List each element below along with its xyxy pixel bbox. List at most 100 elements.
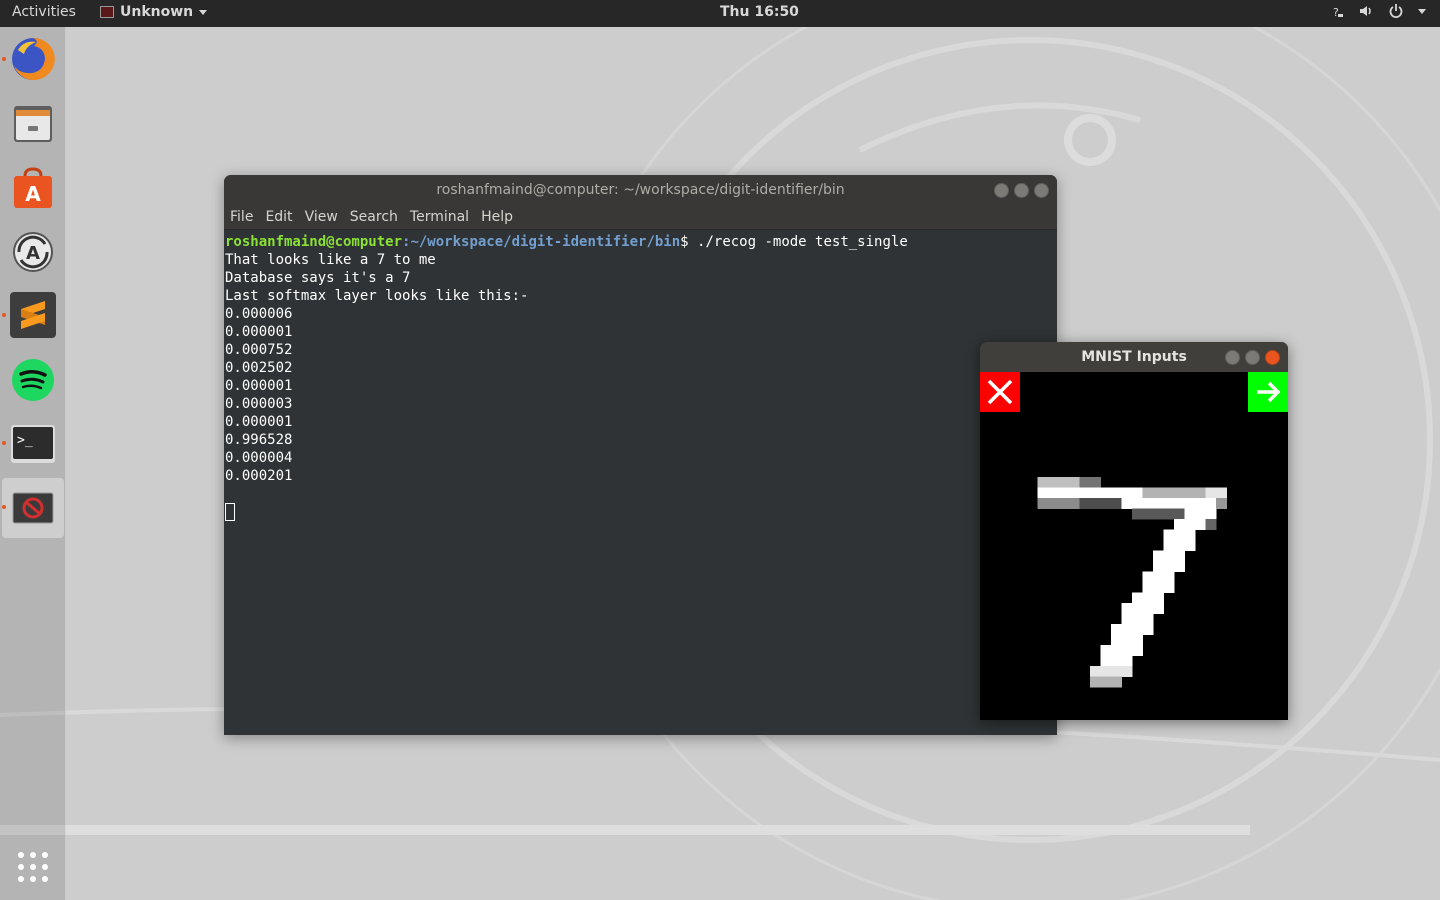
digit-pixel	[1037, 487, 1049, 499]
digit-pixel	[1153, 498, 1164, 509]
dock-item-ubuntu-software[interactable]: A	[6, 161, 60, 215]
digit-pixel	[1184, 529, 1196, 541]
app-menu-label: Unknown	[120, 4, 194, 20]
dock-item-spotify[interactable]	[6, 353, 60, 407]
maximize-icon[interactable]	[1014, 183, 1029, 198]
digit-pixel	[1142, 603, 1154, 614]
close-icon[interactable]	[1034, 183, 1049, 198]
digit-pixel	[1111, 655, 1122, 667]
running-indicator	[2, 505, 6, 509]
menu-help[interactable]: Help	[481, 205, 513, 229]
digit-pixel	[1048, 498, 1059, 509]
output-line: 0.000001	[225, 324, 293, 340]
digit-pixel	[1163, 529, 1175, 541]
mnist-window[interactable]: MNIST Inputs	[980, 342, 1288, 720]
digit-pixel	[1184, 540, 1196, 551]
digit-pixel	[1132, 592, 1143, 604]
show-applications-button[interactable]	[6, 840, 60, 894]
digit-pixel	[1184, 487, 1196, 499]
digit-pixel	[1163, 561, 1175, 572]
digit-pixel	[1079, 498, 1091, 509]
terminal-output[interactable]: roshanfmaind@computer:~/workspace/digit-…	[224, 230, 1057, 524]
reject-button[interactable]	[980, 372, 1020, 412]
dock-item-terminal[interactable]: >_	[6, 417, 60, 471]
digit-pixel	[1079, 477, 1091, 488]
activities-button[interactable]: Activities	[12, 4, 76, 20]
digit-pixel	[1163, 582, 1175, 593]
digit-pixel	[1153, 592, 1164, 604]
running-indicator	[2, 441, 6, 445]
mnist-canvas[interactable]	[980, 372, 1288, 720]
output-line: 0.000001	[225, 414, 293, 430]
digit-pixel	[1111, 645, 1122, 656]
arrow-right-icon	[1257, 381, 1281, 403]
dock-item-software-updater[interactable]: A	[6, 225, 60, 279]
svg-text:>_: >_	[17, 433, 33, 448]
digit-pixel	[1163, 571, 1175, 583]
mnist-titlebar[interactable]: MNIST Inputs	[980, 342, 1288, 372]
menu-search[interactable]: Search	[350, 205, 398, 229]
digit-pixel	[1132, 603, 1143, 614]
output-line: 0.000201	[225, 468, 293, 484]
next-button[interactable]	[1248, 372, 1288, 412]
app-menu[interactable]: Unknown	[100, 4, 208, 20]
digit-pixel	[1205, 487, 1217, 499]
dock-item-sublime-text[interactable]	[6, 288, 60, 342]
digit-pixel	[1153, 603, 1164, 614]
digit-pixel	[1205, 519, 1217, 530]
digit-pixel	[1195, 508, 1206, 520]
output-line: Database says it's a 7	[225, 270, 411, 286]
digit-pixel	[1090, 477, 1101, 488]
close-icon[interactable]	[1265, 350, 1280, 365]
menu-terminal[interactable]: Terminal	[410, 205, 469, 229]
terminal-title: roshanfmaind@computer: ~/workspace/digit…	[436, 182, 845, 198]
digit-pixel	[1100, 645, 1112, 656]
digit-pixel	[1069, 477, 1080, 488]
minimize-icon[interactable]	[1225, 350, 1240, 365]
power-icon	[1389, 4, 1403, 18]
digit-pixel	[1142, 498, 1154, 509]
digit-pixel	[1216, 498, 1227, 509]
digit-pixel	[1153, 582, 1164, 593]
minimize-icon[interactable]	[994, 183, 1009, 198]
menu-file[interactable]: File	[230, 205, 253, 229]
digit-pixel	[1153, 550, 1164, 562]
top-bar: Activities Unknown Thu 16:50 ?	[0, 0, 1440, 27]
terminal-icon: >_	[11, 425, 55, 463]
digit-pixel	[1184, 498, 1196, 509]
digit-pixel	[1153, 561, 1164, 572]
digit-pixel	[1216, 487, 1227, 499]
output-line: 0.996528	[225, 432, 293, 448]
terminal-window[interactable]: roshanfmaind@computer: ~/workspace/digit…	[224, 175, 1057, 735]
digit-image	[1037, 477, 1227, 688]
digit-pixel	[1132, 498, 1143, 509]
menu-edit[interactable]: Edit	[265, 205, 292, 229]
output-line: 0.000004	[225, 450, 293, 466]
clock[interactable]: Thu 16:50	[720, 4, 799, 20]
system-tray[interactable]: ?	[1330, 3, 1426, 19]
digit-pixel	[1121, 624, 1133, 635]
digit-pixel	[1069, 487, 1080, 499]
digit-pixel	[1142, 571, 1154, 583]
volume-icon	[1360, 6, 1371, 16]
chevron-down-icon	[199, 9, 208, 15]
menu-view[interactable]: View	[305, 205, 338, 229]
digit-pixel	[1195, 487, 1206, 499]
dock-item-unknown-app[interactable]	[2, 478, 64, 538]
digit-pixel	[1100, 487, 1112, 499]
maximize-icon[interactable]	[1245, 350, 1260, 365]
digit-pixel	[1058, 477, 1070, 488]
close-x-icon	[987, 379, 1013, 405]
dock-item-files[interactable]	[6, 97, 60, 151]
unknown-app-icon	[12, 492, 54, 524]
terminal-titlebar[interactable]: roshanfmaind@computer: ~/workspace/digit…	[224, 175, 1057, 205]
chevron-down-icon	[1418, 8, 1426, 14]
digit-pixel	[1174, 540, 1185, 551]
digit-pixel	[1205, 508, 1217, 520]
firefox-icon	[12, 37, 55, 80]
output-line: 0.002502	[225, 360, 293, 376]
dock-item-firefox[interactable]	[6, 32, 60, 86]
digit-pixel	[1142, 487, 1154, 499]
dock: A A >_	[0, 27, 66, 900]
